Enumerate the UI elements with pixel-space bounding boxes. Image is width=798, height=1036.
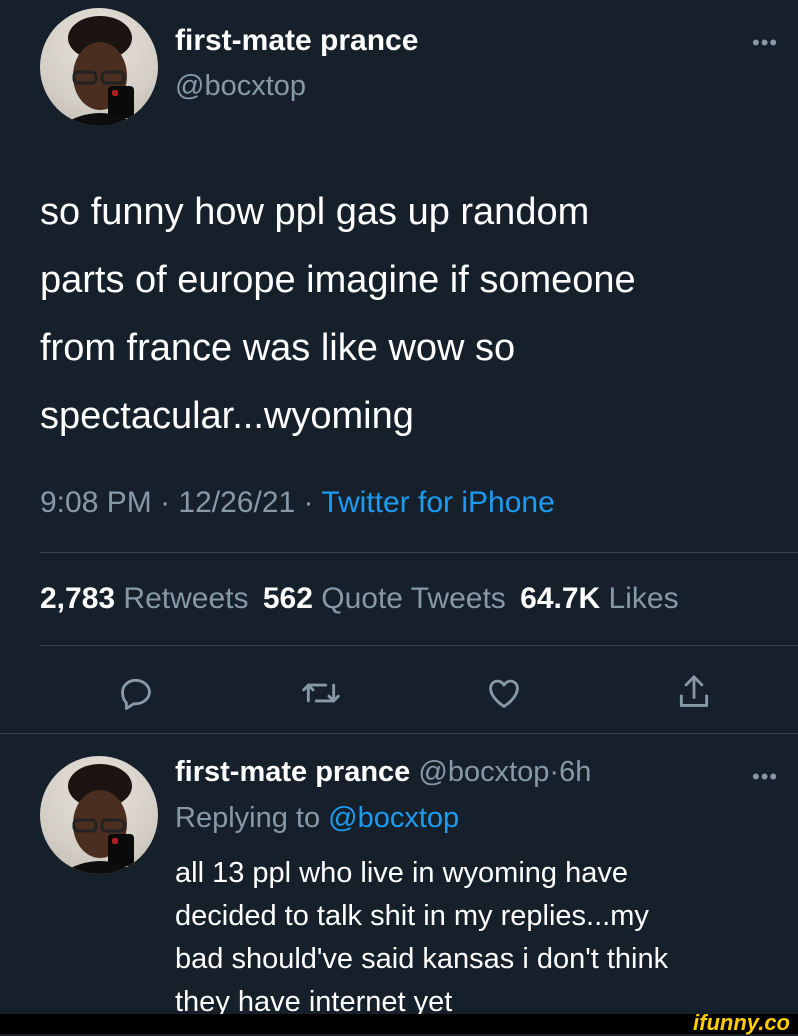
- separator: ·: [303, 486, 314, 519]
- replying-to-handle[interactable]: @bocxtop: [328, 802, 459, 834]
- tweet-text-line: so funny how ppl gas up random: [40, 191, 590, 233]
- reply-avatar[interactable]: [40, 756, 158, 874]
- reply-text: all 13 ppl who live in wyoming have deci…: [175, 852, 775, 1014]
- reply-text-line: decided to talk shit in my replies...my: [175, 900, 649, 932]
- reply-text-line: they have internet yet: [175, 986, 453, 1014]
- replying-to: Replying to @bocxtop: [175, 802, 459, 835]
- reply-text-line: all 13 ppl who live in wyoming have: [175, 857, 628, 889]
- watermark: ifunny.co: [693, 1010, 790, 1035]
- likes-stat[interactable]: 64.7K Likes: [520, 582, 678, 615]
- retweet-icon[interactable]: [300, 674, 342, 712]
- author-name[interactable]: first-mate prance: [175, 24, 418, 58]
- share-icon[interactable]: [675, 672, 713, 712]
- tweet-meta: 9:08 PM · 12/26/21 · Twitter for iPhone: [40, 486, 555, 520]
- tweet-text-line: spectacular...wyoming: [40, 395, 414, 437]
- tweet-date[interactable]: 12/26/21: [178, 486, 295, 519]
- reply-text-line: bad should've said kansas i don't think: [175, 943, 669, 975]
- avatar-photo: [60, 16, 140, 126]
- tweet-time[interactable]: 9:08 PM: [40, 486, 152, 519]
- tweet-text-line: from france was like wow so: [40, 327, 516, 369]
- replying-to-label: Replying to: [175, 802, 321, 834]
- quotes-count: 562: [262, 582, 313, 615]
- reply-author-handle[interactable]: @bocxtop: [418, 756, 549, 788]
- divider: [40, 552, 798, 553]
- more-options-icon[interactable]: •••: [752, 32, 778, 54]
- divider: [40, 645, 798, 646]
- reply-header: first-mate prance @bocxtop·6h: [175, 756, 591, 789]
- likes-count: 64.7K: [520, 582, 601, 615]
- retweets-stat[interactable]: 2,783 Retweets: [40, 582, 257, 615]
- separator: ·: [549, 756, 560, 788]
- like-icon[interactable]: [485, 674, 523, 712]
- watermark-bar: [0, 1014, 798, 1034]
- reply-author-name[interactable]: first-mate prance: [175, 756, 410, 788]
- tweet-text-line: parts of europe imagine if someone: [40, 259, 636, 301]
- quotes-stat[interactable]: 562 Quote Tweets: [263, 582, 514, 615]
- retweets-count: 2,783: [40, 582, 116, 615]
- likes-label: Likes: [608, 582, 679, 615]
- reply-more-options-icon[interactable]: •••: [752, 766, 778, 788]
- tweet-text: so funny how ppl gas up random parts of …: [40, 178, 636, 450]
- quotes-label: Quote Tweets: [321, 582, 506, 615]
- retweets-label: Retweets: [123, 582, 249, 615]
- tweet-source[interactable]: Twitter for iPhone: [321, 486, 554, 519]
- avatar[interactable]: [40, 8, 158, 126]
- divider: [0, 733, 798, 734]
- reply-age[interactable]: 6h: [559, 756, 591, 788]
- author-handle[interactable]: @bocxtop: [175, 70, 306, 103]
- reply-icon[interactable]: [117, 674, 155, 712]
- separator: ·: [160, 486, 171, 519]
- tweet-stats: 2,783 Retweets 562 Quote Tweets 64.7K Li…: [40, 582, 679, 616]
- avatar-photo: [60, 764, 140, 874]
